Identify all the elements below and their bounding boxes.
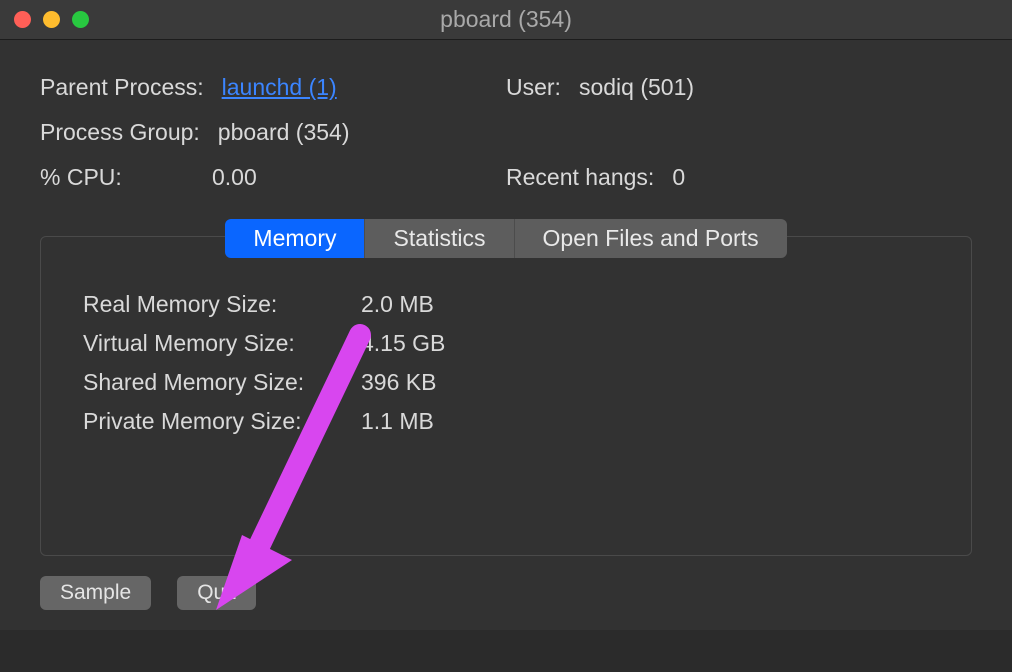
traffic-lights bbox=[14, 11, 89, 28]
memory-table: Real Memory Size: 2.0 MB Virtual Memory … bbox=[83, 285, 929, 441]
tab-open-files[interactable]: Open Files and Ports bbox=[515, 219, 787, 258]
cpu-label: % CPU: bbox=[40, 164, 194, 191]
close-icon[interactable] bbox=[14, 11, 31, 28]
parent-process-label: Parent Process: bbox=[40, 74, 204, 101]
recent-hangs-row: Recent hangs: 0 bbox=[506, 164, 972, 191]
virtual-memory-row: Virtual Memory Size: 4.15 GB bbox=[83, 324, 929, 363]
real-memory-value: 2.0 MB bbox=[361, 291, 434, 318]
shared-memory-value: 396 KB bbox=[361, 369, 436, 396]
tabs: Memory Statistics Open Files and Ports bbox=[225, 219, 786, 258]
quit-button[interactable]: Quit bbox=[177, 576, 256, 610]
user-label: User: bbox=[506, 74, 561, 101]
shared-memory-row: Shared Memory Size: 396 KB bbox=[83, 363, 929, 402]
footer-buttons: Sample Quit bbox=[40, 574, 972, 630]
content-area: Parent Process: launchd (1) User: sodiq … bbox=[0, 40, 1012, 630]
tab-statistics[interactable]: Statistics bbox=[365, 219, 514, 258]
private-memory-row: Private Memory Size: 1.1 MB bbox=[83, 402, 929, 441]
private-memory-label: Private Memory Size: bbox=[83, 408, 333, 435]
minimize-icon[interactable] bbox=[43, 11, 60, 28]
titlebar: pboard (354) bbox=[0, 0, 1012, 40]
zoom-icon[interactable] bbox=[72, 11, 89, 28]
recent-hangs-value: 0 bbox=[672, 164, 685, 191]
sample-button[interactable]: Sample bbox=[40, 576, 151, 610]
memory-panel: Real Memory Size: 2.0 MB Virtual Memory … bbox=[40, 236, 972, 556]
process-group-label: Process Group: bbox=[40, 119, 200, 146]
real-memory-row: Real Memory Size: 2.0 MB bbox=[83, 285, 929, 324]
virtual-memory-label: Virtual Memory Size: bbox=[83, 330, 333, 357]
tabs-wrapper: Memory Statistics Open Files and Ports bbox=[40, 219, 972, 258]
real-memory-label: Real Memory Size: bbox=[83, 291, 333, 318]
shared-memory-label: Shared Memory Size: bbox=[83, 369, 333, 396]
window-title: pboard (354) bbox=[440, 6, 572, 33]
process-info: Parent Process: launchd (1) User: sodiq … bbox=[40, 74, 972, 191]
cpu-row: % CPU: 0.00 bbox=[40, 164, 506, 191]
process-group-row: Process Group: pboard (354) bbox=[40, 119, 506, 146]
private-memory-value: 1.1 MB bbox=[361, 408, 434, 435]
parent-process-link[interactable]: launchd (1) bbox=[222, 74, 337, 101]
tab-memory[interactable]: Memory bbox=[225, 219, 365, 258]
user-value: sodiq (501) bbox=[579, 74, 694, 101]
recent-hangs-label: Recent hangs: bbox=[506, 164, 654, 191]
process-group-value: pboard (354) bbox=[218, 119, 350, 146]
user-row: User: sodiq (501) bbox=[506, 74, 972, 101]
virtual-memory-value: 4.15 GB bbox=[361, 330, 445, 357]
parent-process-row: Parent Process: launchd (1) bbox=[40, 74, 506, 101]
cpu-value: 0.00 bbox=[212, 164, 257, 191]
